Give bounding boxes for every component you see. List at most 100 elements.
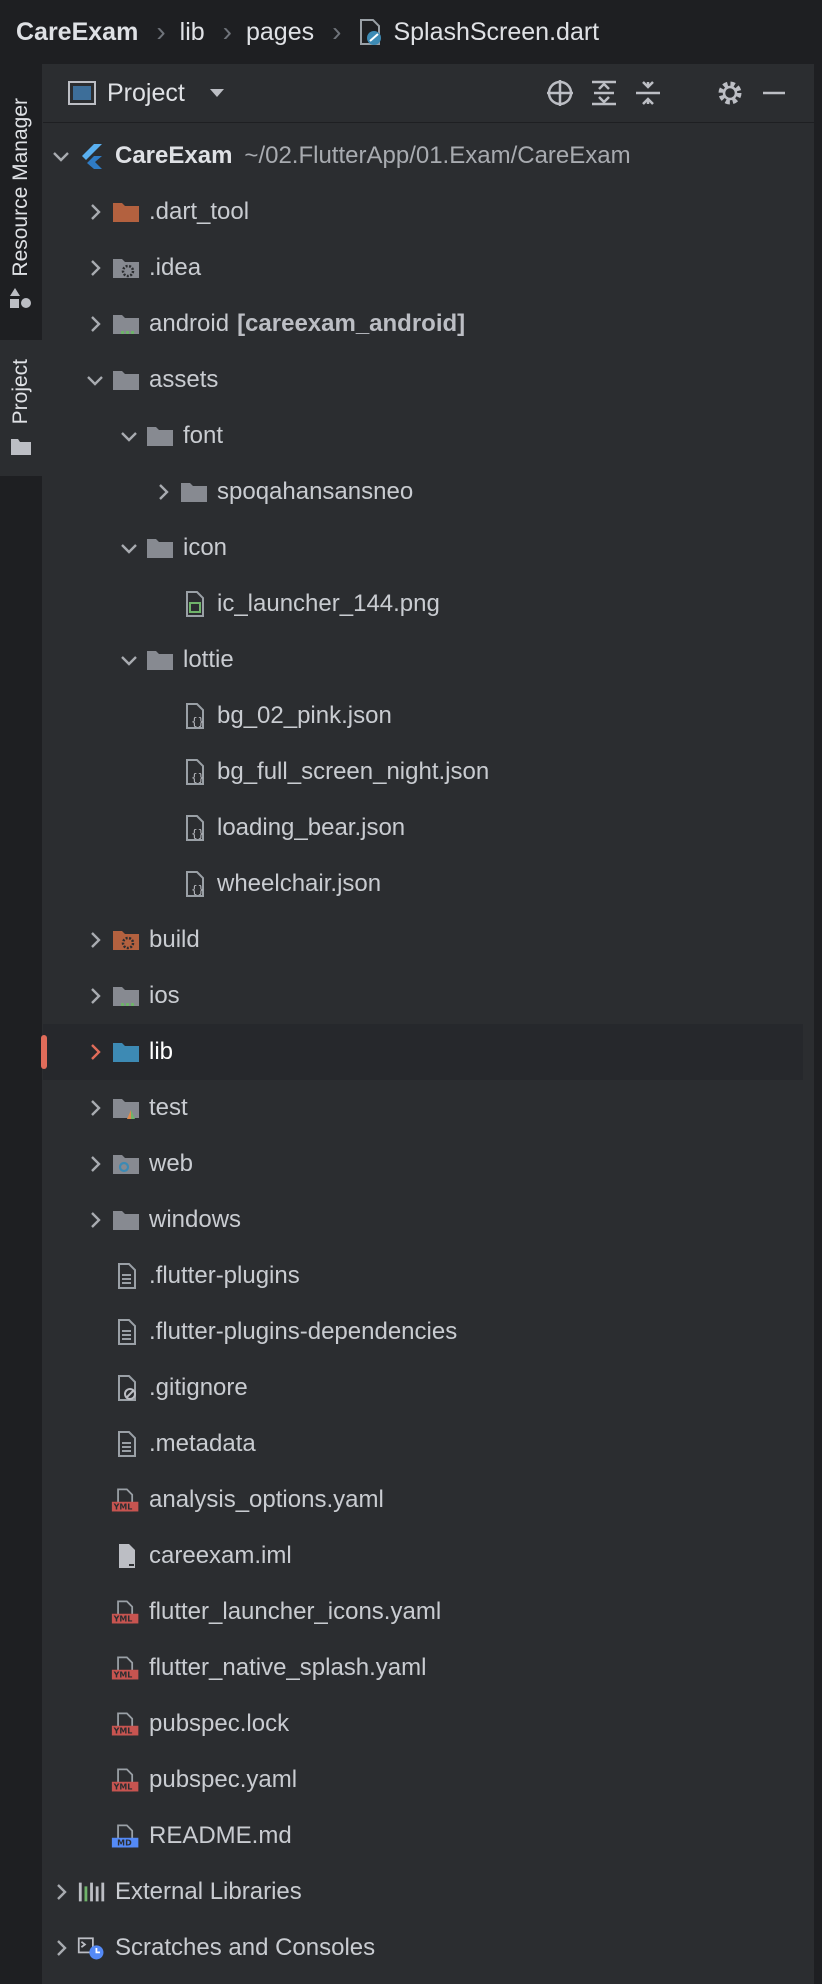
chevron-right-icon[interactable] (85, 202, 105, 222)
svg-text:YML: YML (113, 1671, 133, 1680)
tree-row-build[interactable]: build (43, 912, 803, 968)
text-file-icon (111, 1430, 141, 1458)
svg-text:YML: YML (113, 1503, 133, 1512)
chevron-right-icon[interactable] (153, 482, 173, 502)
tree-row-lottie[interactable]: lottie (43, 632, 803, 688)
tree-row-label: loading_bear.json (217, 814, 405, 842)
breadcrumb-chevron-icon: › (156, 16, 166, 47)
tree-row-dart-tool[interactable]: .dart_tool (43, 184, 803, 240)
chevron-right-icon[interactable] (85, 930, 105, 950)
project-view-title[interactable]: Project (107, 79, 185, 108)
dart-file-icon (360, 19, 382, 45)
tree-row-pubspec-yaml[interactable]: YML pubspec.yaml (43, 1752, 803, 1808)
crosshair-icon (547, 80, 573, 106)
chevron-right-icon[interactable] (85, 1098, 105, 1118)
chevron-down-icon[interactable] (119, 538, 139, 558)
tree-row-flutter-launcher-icons-yaml[interactable]: YML flutter_launcher_icons.yaml (43, 1584, 803, 1640)
folder-icon (179, 478, 209, 506)
collapse-all-button[interactable] (633, 78, 663, 108)
tree-row-idea[interactable]: .idea (43, 240, 803, 296)
chevron-down-icon[interactable] (207, 83, 227, 103)
tree-row-assets[interactable]: assets (43, 352, 803, 408)
breadcrumb-file[interactable]: SplashScreen.dart (355, 17, 599, 47)
item-name: flutter_launcher_icons.yaml (149, 1598, 442, 1625)
scratches-icon (77, 1934, 107, 1962)
expand-all-button[interactable] (589, 78, 619, 108)
tree-row-lib[interactable]: lib (41, 1024, 803, 1080)
tree-row-flutter-plugins-dependencies[interactable]: .flutter-plugins-dependencies (43, 1304, 803, 1360)
tree-row-ios[interactable]: ios (43, 968, 803, 1024)
tree-row-web[interactable]: web (43, 1136, 803, 1192)
tree-row-label: web (149, 1150, 193, 1178)
item-name: android (149, 310, 230, 337)
tree-row-careexam-iml[interactable]: careexam.iml (43, 1528, 803, 1584)
svg-text:{}: {} (191, 715, 204, 728)
stripe-tab-resource-manager[interactable]: Resource Manager (0, 84, 42, 324)
tree-row-bg-full-screen-night-json[interactable]: {} bg_full_screen_night.json (43, 744, 803, 800)
tree-row-windows[interactable]: windows (43, 1192, 803, 1248)
tree-row-scratches-and-consoles[interactable]: Scratches and Consoles (43, 1920, 803, 1976)
tree-row-wheelchair-json[interactable]: {} wheelchair.json (43, 856, 803, 912)
chevron-down-icon[interactable] (119, 650, 139, 670)
collapse-all-icon (636, 81, 660, 105)
chevron-down-icon[interactable] (85, 370, 105, 390)
breadcrumb: CareExam › lib › pages › SplashScreen.da… (0, 0, 822, 64)
item-name: bg_02_pink.json (217, 702, 392, 729)
folder-web-icon (111, 1150, 141, 1178)
item-name: .flutter-plugins (149, 1262, 300, 1289)
chevron-right-icon[interactable] (85, 258, 105, 278)
chevron-right-icon[interactable] (85, 986, 105, 1006)
tree-row-bg-02-pink-json[interactable]: {} bg_02_pink.json (43, 688, 803, 744)
chevron-right-icon[interactable] (85, 314, 105, 334)
item-name: lottie (183, 646, 234, 673)
tree-row-analysis-options-yaml[interactable]: YML analysis_options.yaml (43, 1472, 803, 1528)
folder-icon (145, 646, 175, 674)
ignore-file-icon (111, 1374, 141, 1402)
hide-panel-button[interactable] (759, 78, 789, 108)
tree-row-loading-bear-json[interactable]: {} loading_bear.json (43, 800, 803, 856)
tree-row-readme-md[interactable]: MD README.md (43, 1808, 803, 1864)
yaml-file-icon: YML (111, 1766, 141, 1794)
tree-row-gitignore[interactable]: .gitignore (43, 1360, 803, 1416)
yaml-file-icon: YML (111, 1654, 141, 1682)
tree-row-pubspec-lock[interactable]: YML pubspec.lock (43, 1696, 803, 1752)
project-panel: Project CareExam ~/02.FlutterApp/01.Exam… (41, 64, 814, 1984)
tree-row-label: careexam.iml (149, 1542, 292, 1570)
project-path: ~/02.FlutterApp/01.Exam/CareExam (244, 142, 631, 169)
breadcrumb-pages[interactable]: pages (246, 18, 314, 47)
chevron-right-icon[interactable] (85, 1042, 105, 1062)
breadcrumb-project[interactable]: CareExam (16, 18, 138, 47)
tree-row-metadata[interactable]: .metadata (43, 1416, 803, 1472)
tree-row-flutter-native-splash-yaml[interactable]: YML flutter_native_splash.yaml (43, 1640, 803, 1696)
settings-button[interactable] (715, 78, 745, 108)
svg-text:YML: YML (113, 1727, 133, 1736)
chevron-right-icon[interactable] (51, 1882, 71, 1902)
tree-row-android[interactable]: android [careexam_android] (43, 296, 803, 352)
tree-row-test[interactable]: test (43, 1080, 803, 1136)
tree-row-label: test (149, 1094, 188, 1122)
tree-row-careexam[interactable]: CareExam ~/02.FlutterApp/01.Exam/CareExam (43, 128, 803, 184)
svg-text:{}: {} (191, 771, 204, 784)
chevron-right-icon[interactable] (85, 1154, 105, 1174)
breadcrumb-chevron-icon: › (222, 16, 232, 47)
tree-row-label: pubspec.yaml (149, 1766, 297, 1794)
flutter-icon (77, 142, 107, 170)
chevron-right-icon[interactable] (85, 1210, 105, 1230)
json-file-icon: {} (179, 758, 209, 786)
breadcrumb-lib[interactable]: lib (180, 18, 205, 47)
tree-row-label: ios (149, 982, 180, 1010)
tree-row-icon[interactable]: icon (43, 520, 803, 576)
chevron-down-icon[interactable] (51, 146, 71, 166)
item-name: lib (149, 1038, 174, 1065)
locate-file-button[interactable] (545, 78, 575, 108)
tree-row-label: icon (183, 534, 227, 562)
stripe-tab-project[interactable]: Project (0, 340, 42, 476)
chevron-right-icon[interactable] (51, 1938, 71, 1958)
tree-row-external-libraries[interactable]: External Libraries (43, 1864, 803, 1920)
tree-row-spoqahansansneo[interactable]: spoqahansansneo (43, 464, 803, 520)
tree-row-flutter-plugins[interactable]: .flutter-plugins (43, 1248, 803, 1304)
chevron-down-icon[interactable] (119, 426, 139, 446)
tree-row-font[interactable]: font (43, 408, 803, 464)
tree-row-ic-launcher-144-png[interactable]: ic_launcher_144.png (43, 576, 803, 632)
item-name: wheelchair.json (217, 870, 382, 897)
